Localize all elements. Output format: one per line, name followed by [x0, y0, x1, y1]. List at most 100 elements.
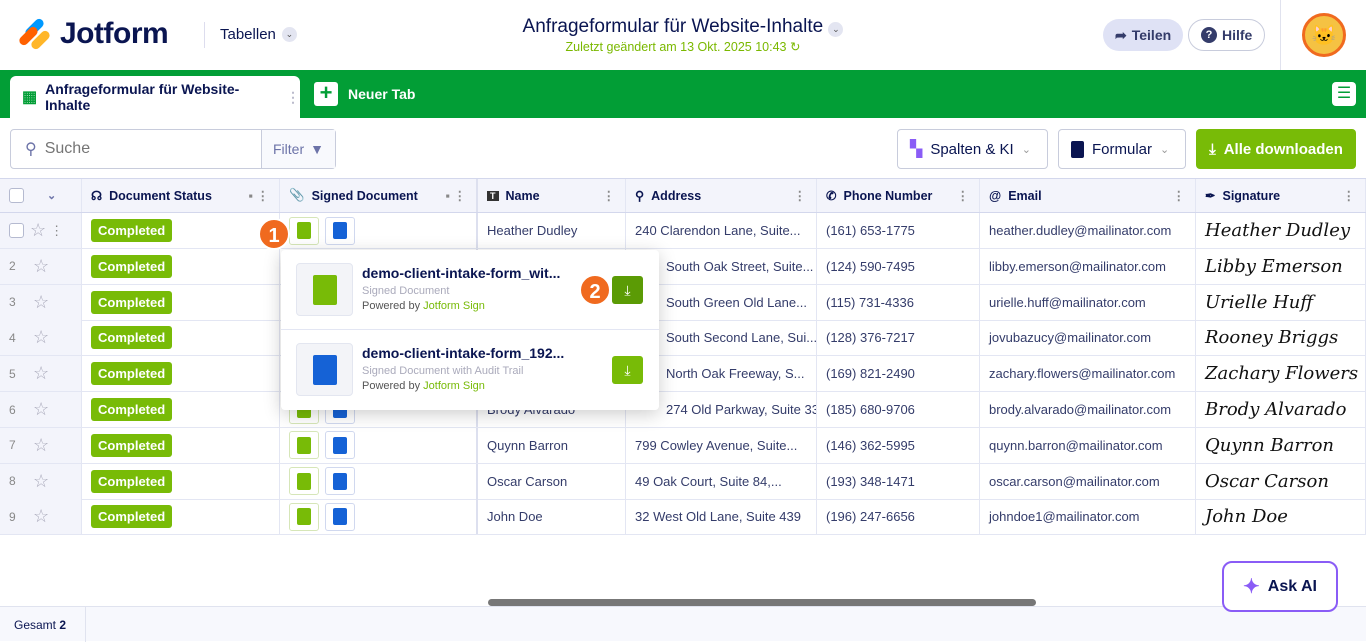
kebab-icon[interactable]: ⋮ [1173, 188, 1186, 203]
share-button[interactable]: ➦ Teilen [1103, 19, 1184, 51]
kebab-icon[interactable]: ▪ ⋮ [249, 188, 269, 203]
name-cell[interactable]: Quynn Barron [478, 427, 626, 463]
tab-active-table[interactable]: ▦ Anfrageformular für Website-Inhalte ⋮ [10, 76, 300, 118]
email-cell[interactable]: zachary.flowers@mailinator.com [980, 356, 1196, 392]
phone-cell[interactable]: (124) 590-7495 [817, 248, 980, 284]
download-button[interactable]: ⤓ [612, 276, 643, 304]
phone-cell[interactable]: (193) 348-1471 [817, 463, 980, 499]
status-cell: Completed [82, 499, 280, 535]
new-tab-button[interactable]: + Neuer Tab [314, 82, 415, 106]
col-name[interactable]: T Name ⋮ [478, 179, 626, 212]
phone-cell[interactable]: (115) 731-4336 [817, 284, 980, 320]
brand-link[interactable]: Jotform Sign [423, 300, 485, 312]
col-phone[interactable]: ✆ Phone Number ⋮ [817, 179, 980, 212]
col-address[interactable]: ⚲ Address ⋮ [626, 179, 817, 212]
select-all[interactable]: ⌄ [0, 179, 82, 212]
signature-cell[interactable]: Rooney Briggs [1196, 320, 1366, 356]
table-row[interactable]: ☆ ⋮ Completed Heather Dudley 240 Clarendo… [0, 213, 1366, 249]
table-row[interactable]: 9 ☆ Completed John Doe 32 West Old Lane, … [0, 499, 1366, 536]
signed-document-button[interactable] [289, 431, 319, 460]
kebab-icon[interactable]: ▪ ⋮ [446, 188, 466, 203]
email-cell[interactable]: quynn.barron@mailinator.com [980, 427, 1196, 463]
name-cell[interactable]: Heather Dudley [478, 213, 626, 248]
star-icon[interactable]: ☆ [33, 327, 49, 348]
kebab-icon[interactable]: ⋮ [957, 188, 970, 203]
audit-document-button[interactable] [325, 431, 355, 460]
star-icon[interactable]: ☆ [33, 256, 49, 277]
kebab-icon[interactable]: ⋮ [1343, 188, 1356, 203]
help-button[interactable]: ? Hilfe [1188, 19, 1266, 51]
signature-cell[interactable]: Quynn Barron [1196, 427, 1366, 463]
audit-document-button[interactable] [325, 502, 355, 531]
table-row[interactable]: 6☆ Completed Brody Alvarado 274 Old Park… [0, 392, 1366, 428]
search-input[interactable] [44, 140, 245, 158]
col-signed-document[interactable]: 📎 Signed Document ▪ ⋮ [280, 179, 478, 212]
star-icon[interactable]: ☆ [33, 292, 49, 313]
signed-document-button[interactable] [289, 216, 319, 245]
table-row[interactable]: 3 ☆ Completed South Green Old Lane... (11… [0, 284, 1366, 321]
phone-cell[interactable]: (169) 821-2490 [817, 356, 980, 392]
audit-document-button[interactable] [325, 216, 355, 245]
star-icon[interactable]: ☆ [33, 471, 49, 492]
email-cell[interactable]: urielle.huff@mailinator.com [980, 284, 1196, 320]
phone-cell[interactable]: (128) 376-7217 [817, 320, 980, 356]
table-row[interactable]: 5 ☆ Completed North Oak Freeway, S... (16… [0, 356, 1366, 393]
kebab-icon[interactable]: ⋮ [794, 188, 807, 203]
star-icon[interactable]: ☆ [30, 220, 46, 241]
col-signature[interactable]: ✒ Signature ⋮ [1196, 179, 1366, 212]
address-cell[interactable]: 240 Clarendon Lane, Suite... [626, 213, 817, 248]
status-cell: Completed [82, 248, 280, 284]
address-cell[interactable]: 799 Cowley Avenue, Suite... [626, 427, 817, 463]
avatar[interactable]: 🐱 [1302, 13, 1346, 57]
kebab-icon[interactable]: ⋮ [50, 223, 63, 239]
phone-cell[interactable]: (161) 653-1775 [817, 213, 980, 248]
col-document-status[interactable]: ☊ Document Status ▪ ⋮ [82, 179, 280, 212]
email-cell[interactable]: heather.dudley@mailinator.com [980, 213, 1196, 248]
name-cell[interactable]: John Doe [478, 499, 626, 535]
signature-cell[interactable]: Libby Emerson [1196, 248, 1366, 284]
star-icon[interactable]: ☆ [33, 399, 49, 420]
download-all-button[interactable]: ⤓ Alle downloaden [1196, 129, 1356, 169]
signature-cell[interactable]: John Doe [1196, 499, 1366, 535]
name-cell[interactable]: Oscar Carson [478, 463, 626, 499]
kebab-icon[interactable]: ⋮ [286, 89, 300, 106]
phone-cell[interactable]: (185) 680-9706 [817, 392, 980, 427]
email-cell[interactable]: johndoe1@mailinator.com [980, 499, 1196, 535]
signature-cell[interactable]: Brody Alvarado [1196, 392, 1366, 427]
kebab-icon[interactable]: ⋮ [603, 188, 616, 203]
email-cell[interactable]: jovubazucy@mailinator.com [980, 320, 1196, 356]
star-icon[interactable]: ☆ [33, 506, 49, 527]
address-cell[interactable]: 49 Oak Court, Suite 84,... [626, 463, 817, 499]
phone-cell[interactable]: (146) 362-5995 [817, 427, 980, 463]
signature-cell[interactable]: Zachary Flowers [1196, 356, 1366, 392]
signature-cell[interactable]: Heather Dudley [1196, 213, 1366, 248]
table-row[interactable]: 8 ☆ Completed Oscar Carson 49 Oak Court, … [0, 463, 1366, 500]
chevron-down-icon[interactable]: ⌄ [47, 189, 56, 202]
signature-cell[interactable]: Urielle Huff [1196, 284, 1366, 320]
signature-cell[interactable]: Oscar Carson [1196, 463, 1366, 499]
horizontal-scrollbar[interactable] [488, 599, 1036, 606]
email-cell[interactable]: oscar.carson@mailinator.com [980, 463, 1196, 499]
table-row[interactable]: 4 ☆ Completed South Second Lane, Sui... (… [0, 320, 1366, 357]
col-email[interactable]: @ Email ⋮ [980, 179, 1196, 212]
filter-button[interactable]: Filter ▼ [261, 130, 335, 168]
brand-link[interactable]: Jotform Sign [423, 380, 485, 392]
email-cell[interactable]: brody.alvarado@mailinator.com [980, 392, 1196, 427]
signed-document-button[interactable] [289, 467, 319, 496]
address-cell[interactable]: 32 West Old Lane, Suite 439 [626, 499, 817, 535]
columns-ai-button[interactable]: ▚ Spalten & KI ⌄ [897, 129, 1048, 169]
signed-document-button[interactable] [289, 502, 319, 531]
checkbox[interactable] [9, 223, 24, 238]
phone-cell[interactable]: (196) 247-6656 [817, 499, 980, 535]
ask-ai-button[interactable]: ✦ Ask AI [1222, 561, 1338, 612]
email-cell[interactable]: libby.emerson@mailinator.com [980, 248, 1196, 284]
checkbox[interactable] [9, 188, 24, 203]
star-icon[interactable]: ☆ [33, 435, 49, 456]
table-row[interactable]: 2 ☆ Completed South Oak Street, Suite... … [0, 248, 1366, 285]
table-row[interactable]: 7 ☆ Completed Quynn Barron 799 Cowley Ave… [0, 427, 1366, 464]
audit-document-button[interactable] [325, 467, 355, 496]
hamburger-menu-icon[interactable]: ☰ [1332, 82, 1356, 106]
download-button[interactable]: ⤓ [612, 356, 643, 384]
form-button[interactable]: Formular ⌄ [1058, 129, 1186, 169]
star-icon[interactable]: ☆ [33, 363, 49, 384]
